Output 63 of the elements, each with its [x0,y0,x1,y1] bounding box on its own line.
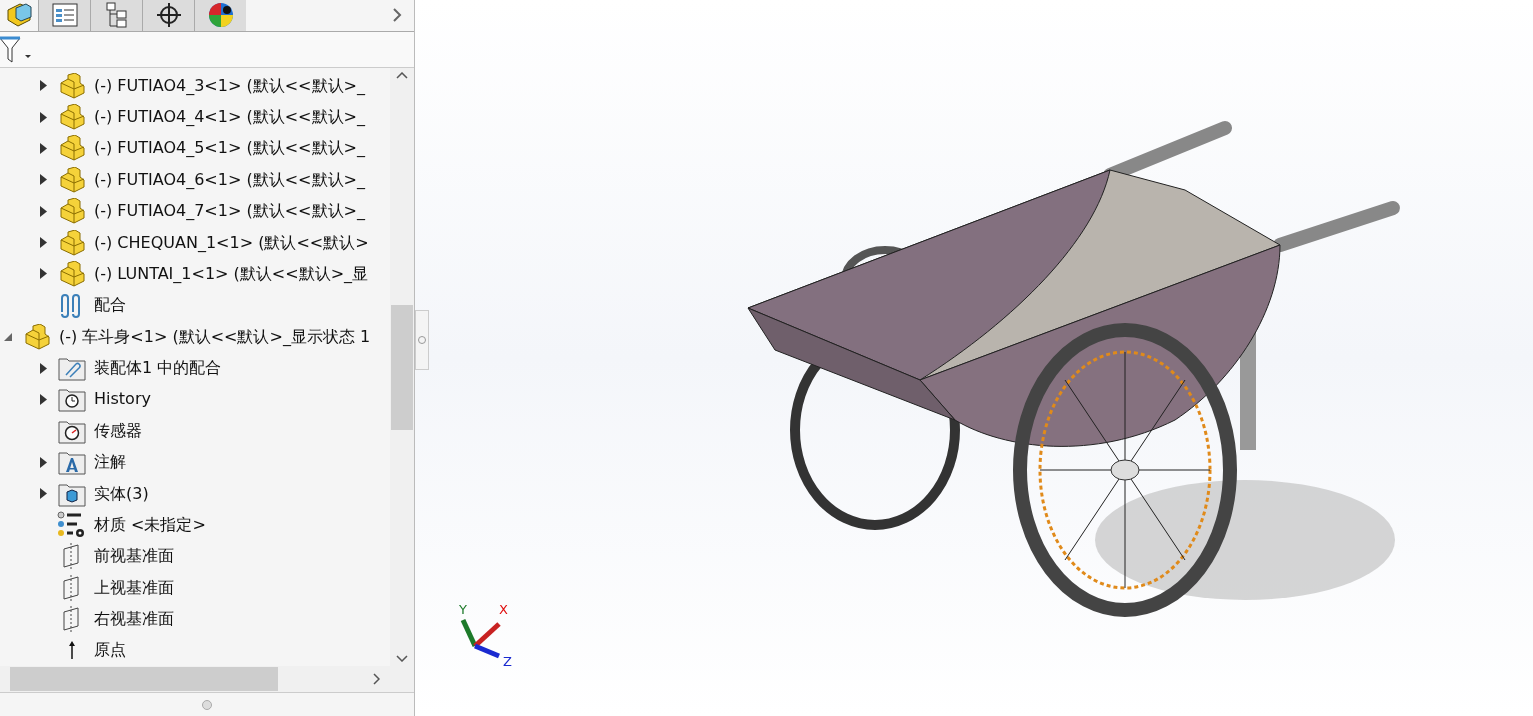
tree-item-label[interactable]: 上视基准面 [94,575,174,600]
part-icon [58,198,86,225]
expand-arrow-icon[interactable] [39,205,47,217]
tree-item-label[interactable]: (-) FUTIAO4_7<1> (默认<<默认>_ [94,199,365,224]
expand-arrow-icon[interactable] [39,80,47,92]
tree-item-label[interactable]: (-) 车斗身<1> (默认<<默认>_显示状态 1 [59,324,371,349]
tree-item-label[interactable]: (-) FUTIAO4_5<1> (默认<<默认>_ [94,136,365,161]
tree-item-label[interactable]: (-) FUTIAO4_6<1> (默认<<默认>_ [94,167,365,192]
scroll-thumb[interactable] [10,667,278,691]
part-icon [58,72,86,99]
tree-item-label[interactable]: (-) CHEQUAN_1<1> (默认<<默认> [94,230,369,255]
tree-item-label[interactable]: History [94,387,151,412]
part-icon [58,166,86,193]
hierarchy-icon [104,2,129,28]
expand-arrow-icon[interactable] [39,237,47,249]
expand-arrow-icon[interactable] [39,456,47,468]
annotation-folder-icon [58,449,86,476]
material-icon [57,510,87,539]
tree-item-label[interactable]: (-) FUTIAO4_4<1> (默认<<默认>_ [94,105,365,130]
scroll-right-icon[interactable] [373,673,380,685]
part-icon [23,323,51,350]
expand-arrow-icon[interactable] [39,393,47,405]
origin-arrow-icon [69,641,75,660]
part-icon [58,260,86,287]
tree-item-label[interactable]: 注解 [94,450,126,475]
collapse-arrow-icon[interactable] [4,332,12,341]
expand-arrow-icon[interactable] [39,174,47,186]
tree-item-label[interactable]: 配合 [94,293,126,318]
tree-item-label[interactable]: 前视基准面 [94,544,174,569]
expand-arrow-icon[interactable] [39,268,47,280]
tree-item-label[interactable]: 右视基准面 [94,607,174,632]
list-icon [50,2,79,28]
tree-item-label[interactable]: 传感器 [94,418,142,443]
scroll-up-icon[interactable] [396,72,408,79]
expand-arrow-icon[interactable] [39,488,47,500]
tree-item-label[interactable]: 材质 <未指定> [94,512,206,537]
expand-arrow-icon[interactable] [39,142,47,154]
splitter-handle[interactable] [415,310,429,370]
expand-arrow-icon[interactable] [39,362,47,374]
expand-arrow-icon[interactable] [39,111,47,123]
scroll-down-icon[interactable] [396,655,408,662]
part-icon [58,104,86,131]
part-icon [6,2,32,28]
color-ball-icon [207,2,234,28]
paperclip-folder-icon [58,355,86,382]
clock-folder-icon [58,386,86,413]
tree-item-label[interactable]: 实体(3) [94,481,149,506]
part-icon [58,135,86,162]
tree-item-label[interactable]: (-) FUTIAO4_3<1> (默认<<默认>_ [94,73,365,98]
panel-tab[interactable] [142,0,194,31]
horizontal-scrollbar[interactable] [0,666,414,692]
resize-grip-icon[interactable] [202,699,212,710]
tree-item-label[interactable]: (-) LUNTAI_1<1> (默认<<默认>_显 [94,261,369,286]
part-icon [58,229,86,256]
crosshair-icon [155,2,182,28]
vertical-scrollbar[interactable] [390,68,414,666]
tree-item-label[interactable]: 装配体1 中的配合 [94,356,222,381]
filter-icon[interactable] [0,34,34,65]
scroll-thumb[interactable] [391,304,413,430]
tree-item-label[interactable]: 原点 [94,638,126,663]
axis-triad-drawing: Y X Z [453,600,519,668]
panel-tab[interactable] [194,0,246,31]
chevron-right-icon[interactable] [393,8,402,22]
